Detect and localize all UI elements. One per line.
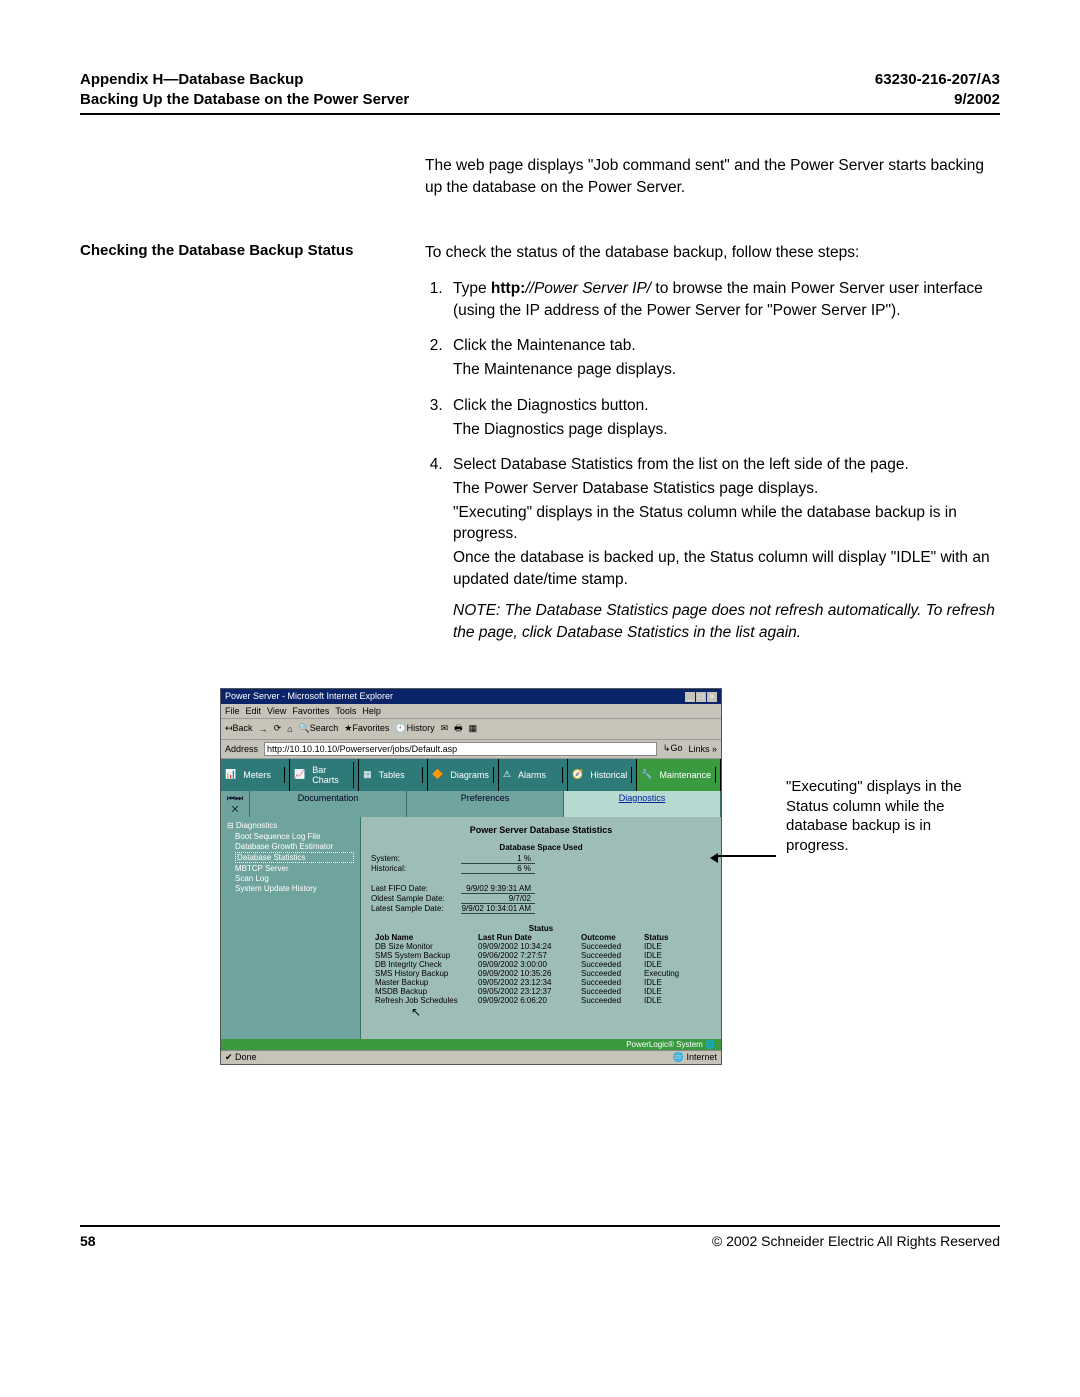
tab-tables[interactable]: ▦Tables [359, 759, 428, 791]
table-row: MSDB Backup09/05/2002 23:12:37SucceededI… [371, 987, 711, 996]
panel-title: Power Server Database Statistics [371, 825, 711, 835]
nav-tree[interactable]: ⊟ Diagnostics Boot Sequence Log File Dat… [221, 817, 361, 1039]
window-title: Power Server - Microsoft Internet Explor… [225, 691, 393, 702]
copyright: © 2002 Schneider Electric All Rights Res… [712, 1233, 1000, 1249]
subtab-documentation[interactable]: Documentation [250, 791, 407, 817]
intro-paragraph: The web page displays "Job command sent"… [425, 155, 1000, 198]
address-bar[interactable]: Address ↳Go Links » [221, 740, 721, 759]
tab-alarms[interactable]: ⚠Alarms [499, 759, 568, 791]
page-header: Appendix H—Database Backup Backing Up th… [80, 70, 1000, 115]
go-button[interactable]: ↳Go [663, 743, 683, 754]
tree-item-scan-log[interactable]: Scan Log [235, 874, 354, 883]
back-button[interactable]: ↤Back [225, 723, 253, 734]
section-heading: Checking the Database Backup Status [80, 242, 425, 657]
subtab-preferences[interactable]: Preferences [407, 791, 564, 817]
table-row: SMS System Backup09/06/2002 7:27:57Succe… [371, 951, 711, 960]
main-tabs[interactable]: 📊Meters 📈Bar Charts ▦Tables 🔶Diagrams ⚠A… [221, 759, 721, 791]
jobs-table: Status Job Name Last Run Date Outcome St… [371, 924, 711, 1019]
main-panel: Power Server Database Statistics Databas… [361, 817, 721, 1039]
tree-item-db-statistics[interactable]: Database Statistics [235, 852, 354, 863]
home-button[interactable]: ⌂ [287, 724, 292, 734]
toolbar[interactable]: ↤Back → ⟳ ⌂ 🔍Search ★Favorites 🕘History … [221, 719, 721, 740]
refresh-button[interactable]: ⟳ [274, 723, 282, 734]
tab-maintenance[interactable]: 🔧Maintenance [637, 759, 721, 791]
header-date: 9/2002 [875, 90, 1000, 110]
table-row: SMS History Backup09/09/2002 10:35:26Suc… [371, 969, 711, 978]
page-number: 58 [80, 1233, 96, 1249]
tab-meters[interactable]: 📊Meters [221, 759, 290, 791]
tree-item-update-history[interactable]: System Update History [235, 884, 354, 893]
sub-tabs[interactable]: ⏮⏭ ✕ Documentation Preferences Diagnosti… [221, 791, 721, 817]
tree-item-mbtcp[interactable]: MBTCP Server [235, 864, 354, 873]
tab-bar-charts[interactable]: 📈Bar Charts [290, 759, 359, 791]
table-row: Master Backup09/05/2002 23:12:34Succeede… [371, 978, 711, 987]
tree-item-db-growth[interactable]: Database Growth Estimator [235, 842, 354, 851]
favorites-button[interactable]: ★Favorites [344, 723, 389, 734]
note: NOTE: The Database Statistics page does … [453, 600, 1000, 643]
callout-arrow [716, 855, 776, 857]
grid-icon[interactable]: ▦ [469, 723, 478, 734]
header-docnum: 63230-216-207/A3 [875, 70, 1000, 90]
subtab-diagnostics[interactable]: Diagnostics [564, 791, 721, 817]
history-button[interactable]: 🕘History [395, 723, 434, 734]
section-lead: To check the status of the database back… [425, 242, 1000, 264]
print-icon[interactable]: 🖶 [454, 721, 463, 737]
links-label[interactable]: Links » [688, 744, 717, 754]
tab-diagrams[interactable]: 🔶Diagrams [428, 759, 499, 791]
window-controls[interactable]: _□× [684, 691, 717, 702]
header-subtitle: Backing Up the Database on the Power Ser… [80, 90, 409, 110]
menu-bar[interactable]: File Edit View Favorites Tools Help [221, 704, 721, 719]
status-bar: ✔ Done 🌐 Internet [221, 1050, 721, 1064]
table-row: Refresh Job Schedules09/09/2002 6:06:20S… [371, 996, 711, 1005]
tree-item-boot-log[interactable]: Boot Sequence Log File [235, 832, 354, 841]
powerlogic-footer: PowerLogic® System 🌐 [221, 1039, 721, 1050]
address-input[interactable] [264, 742, 657, 756]
browser-window: Power Server - Microsoft Internet Explor… [220, 688, 722, 1065]
page-footer: 58 © 2002 Schneider Electric All Rights … [80, 1225, 1000, 1249]
forward-button[interactable]: → [259, 724, 268, 734]
cursor-icon: ↖ [411, 1005, 711, 1019]
title-bar: Power Server - Microsoft Internet Explor… [221, 689, 721, 704]
steps-list: Type http://Power Server IP/ to browse t… [425, 278, 1000, 644]
table-row: DB Size Monitor09/09/2002 10:34:24Succee… [371, 942, 711, 951]
callout-text: "Executing" displays in the Status colum… [786, 777, 976, 855]
search-button[interactable]: 🔍Search [299, 723, 339, 734]
tab-historical[interactable]: 🧭Historical [568, 759, 637, 791]
tree-root[interactable]: ⊟ Diagnostics [227, 821, 354, 830]
header-title: Appendix H—Database Backup [80, 70, 409, 90]
mail-icon[interactable]: ✉ [441, 723, 449, 734]
table-row: DB Integrity Check09/09/2002 3:00:00Succ… [371, 960, 711, 969]
